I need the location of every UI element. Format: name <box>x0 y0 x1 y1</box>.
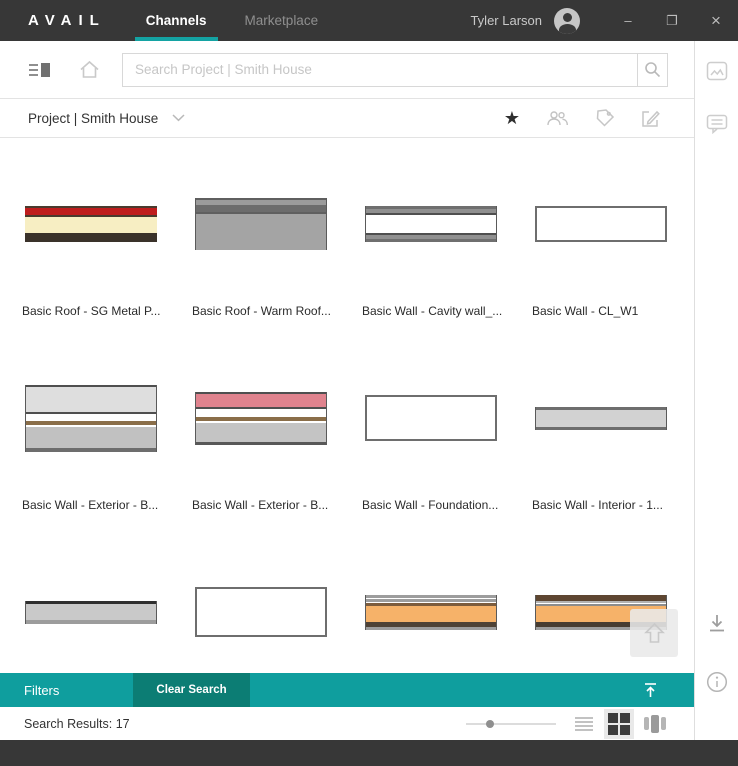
user-avatar-icon[interactable] <box>554 8 580 34</box>
minimize-button[interactable]: – <box>606 0 650 41</box>
right-sidebar <box>694 41 738 740</box>
item-thumbnail[interactable] <box>20 538 170 673</box>
main-column: Project | Smith House ★ <box>0 41 694 740</box>
slider-track <box>466 723 556 725</box>
wall-section-preview <box>535 206 667 242</box>
grid-item[interactable]: Basic Wall - Cavity wall_... <box>360 150 510 344</box>
wall-section-preview <box>365 206 497 242</box>
project-dropdown-chevron-icon[interactable] <box>172 114 185 122</box>
grid-item[interactable]: Basic Wall - Exterior - B... <box>190 344 340 538</box>
wall-section-preview <box>25 385 157 452</box>
grid-item-label: Basic Wall - Foundation... <box>360 498 510 512</box>
grid-item[interactable]: Basic Roof - Warm Roof... <box>190 150 340 344</box>
maximize-button[interactable]: ❐ <box>650 0 694 41</box>
filters-label: Filters <box>24 683 59 698</box>
favorite-star-icon[interactable]: ★ <box>504 109 520 127</box>
info-icon[interactable] <box>706 671 728 698</box>
wall-section-preview <box>25 601 157 624</box>
item-thumbnail[interactable] <box>190 538 340 673</box>
project-header: Project | Smith House ★ <box>0 99 694 138</box>
avatar-torso <box>559 24 576 34</box>
item-thumbnail[interactable] <box>360 150 510 298</box>
grid-item-label: Basic Wall - Interior - 1... <box>530 498 680 512</box>
wall-section-preview <box>365 395 497 441</box>
avatar-head <box>563 13 572 22</box>
wall-section-preview <box>195 198 327 250</box>
grid-item-label: Basic Wall - CL_W1 <box>530 304 680 318</box>
search-button[interactable] <box>637 54 667 86</box>
project-actions: ★ <box>504 108 660 128</box>
grid-item[interactable]: Basic Wall - Exterior - B... <box>20 344 170 538</box>
grid-item-label: Basic Roof - SG Metal P... <box>20 304 170 318</box>
avail-logo: AVAIL <box>28 12 106 29</box>
toolbar <box>0 41 694 99</box>
item-thumbnail[interactable] <box>360 538 510 673</box>
window-bottom-strip <box>0 740 738 766</box>
item-thumbnail[interactable] <box>190 344 340 492</box>
grid-view-icon[interactable] <box>604 709 634 739</box>
wall-section-preview <box>195 392 327 445</box>
tab-marketplace[interactable]: Marketplace <box>245 0 319 41</box>
clear-search-button[interactable]: Clear Search <box>133 673 249 707</box>
grid-item[interactable] <box>20 538 170 673</box>
search-results-count: Search Results: 17 <box>24 717 130 731</box>
collaborators-icon[interactable] <box>546 111 569 126</box>
item-thumbnail[interactable] <box>190 150 340 298</box>
list-view-icon[interactable] <box>574 716 594 732</box>
download-icon[interactable] <box>707 613 727 638</box>
titlebar-tabs: Channels Marketplace <box>146 0 318 41</box>
project-title: Project | Smith House <box>28 111 158 126</box>
item-thumbnail[interactable] <box>530 150 680 298</box>
tag-icon[interactable] <box>595 108 615 128</box>
app-body: Project | Smith House ★ <box>0 41 738 740</box>
results-grid: Basic Roof - SG Metal P... Basic Roof - W… <box>0 138 694 673</box>
grid-item[interactable]: Basic Wall - Foundation... <box>360 344 510 538</box>
search-icon <box>644 61 661 78</box>
grid-item[interactable]: Basic Roof - SG Metal P... <box>20 150 170 344</box>
user-name[interactable]: Tyler Larson <box>470 13 542 28</box>
item-thumbnail[interactable] <box>360 344 510 492</box>
tab-channels[interactable]: Channels <box>146 0 207 41</box>
avail-window: AVAIL Channels Marketplace Tyler Larson … <box>0 0 738 766</box>
search-bar <box>122 53 668 87</box>
comments-icon[interactable] <box>706 114 728 139</box>
wall-section-preview <box>195 587 327 637</box>
thumbnail-size-slider[interactable] <box>466 719 556 729</box>
grid-item-label: Basic Wall - Cavity wall_... <box>360 304 510 318</box>
scroll-to-top-button[interactable] <box>630 609 678 657</box>
carousel-view-icon[interactable] <box>644 715 666 733</box>
wall-section-preview <box>365 595 497 630</box>
slider-knob[interactable] <box>486 720 494 728</box>
grid-item-label: Basic Wall - Exterior - B... <box>190 498 340 512</box>
status-bar: Search Results: 17 <box>0 707 694 740</box>
preview-image-icon[interactable] <box>706 61 728 86</box>
grid-item-label: Basic Roof - Warm Roof... <box>190 304 340 318</box>
edit-icon[interactable] <box>641 109 660 128</box>
up-arrow-icon <box>643 621 666 645</box>
close-button[interactable]: × <box>694 0 738 41</box>
titlebar: AVAIL Channels Marketplace Tyler Larson … <box>0 0 738 41</box>
grid-item[interactable]: Basic Wall - CL_W1 <box>530 150 680 344</box>
grid-item-label: Basic Wall - Exterior - B... <box>20 498 170 512</box>
collapse-filters-icon[interactable] <box>643 682 658 699</box>
grid-item[interactable] <box>190 538 340 673</box>
results-grid-area: Basic Roof - SG Metal P... Basic Roof - W… <box>0 138 694 673</box>
home-icon[interactable] <box>79 60 100 79</box>
wall-section-preview <box>535 407 667 430</box>
item-thumbnail[interactable] <box>530 344 680 492</box>
search-input[interactable] <box>123 54 637 86</box>
titlebar-right: Tyler Larson – ❐ × <box>470 0 738 41</box>
filters-bar: Filters Clear Search <box>0 673 694 707</box>
item-thumbnail[interactable] <box>20 344 170 492</box>
grid-item[interactable]: Basic Wall - Interior - 1... <box>530 344 680 538</box>
grid-item[interactable] <box>360 538 510 673</box>
item-thumbnail[interactable] <box>20 150 170 298</box>
panel-toggle-icon[interactable] <box>28 61 51 79</box>
wall-section-preview <box>25 206 157 242</box>
